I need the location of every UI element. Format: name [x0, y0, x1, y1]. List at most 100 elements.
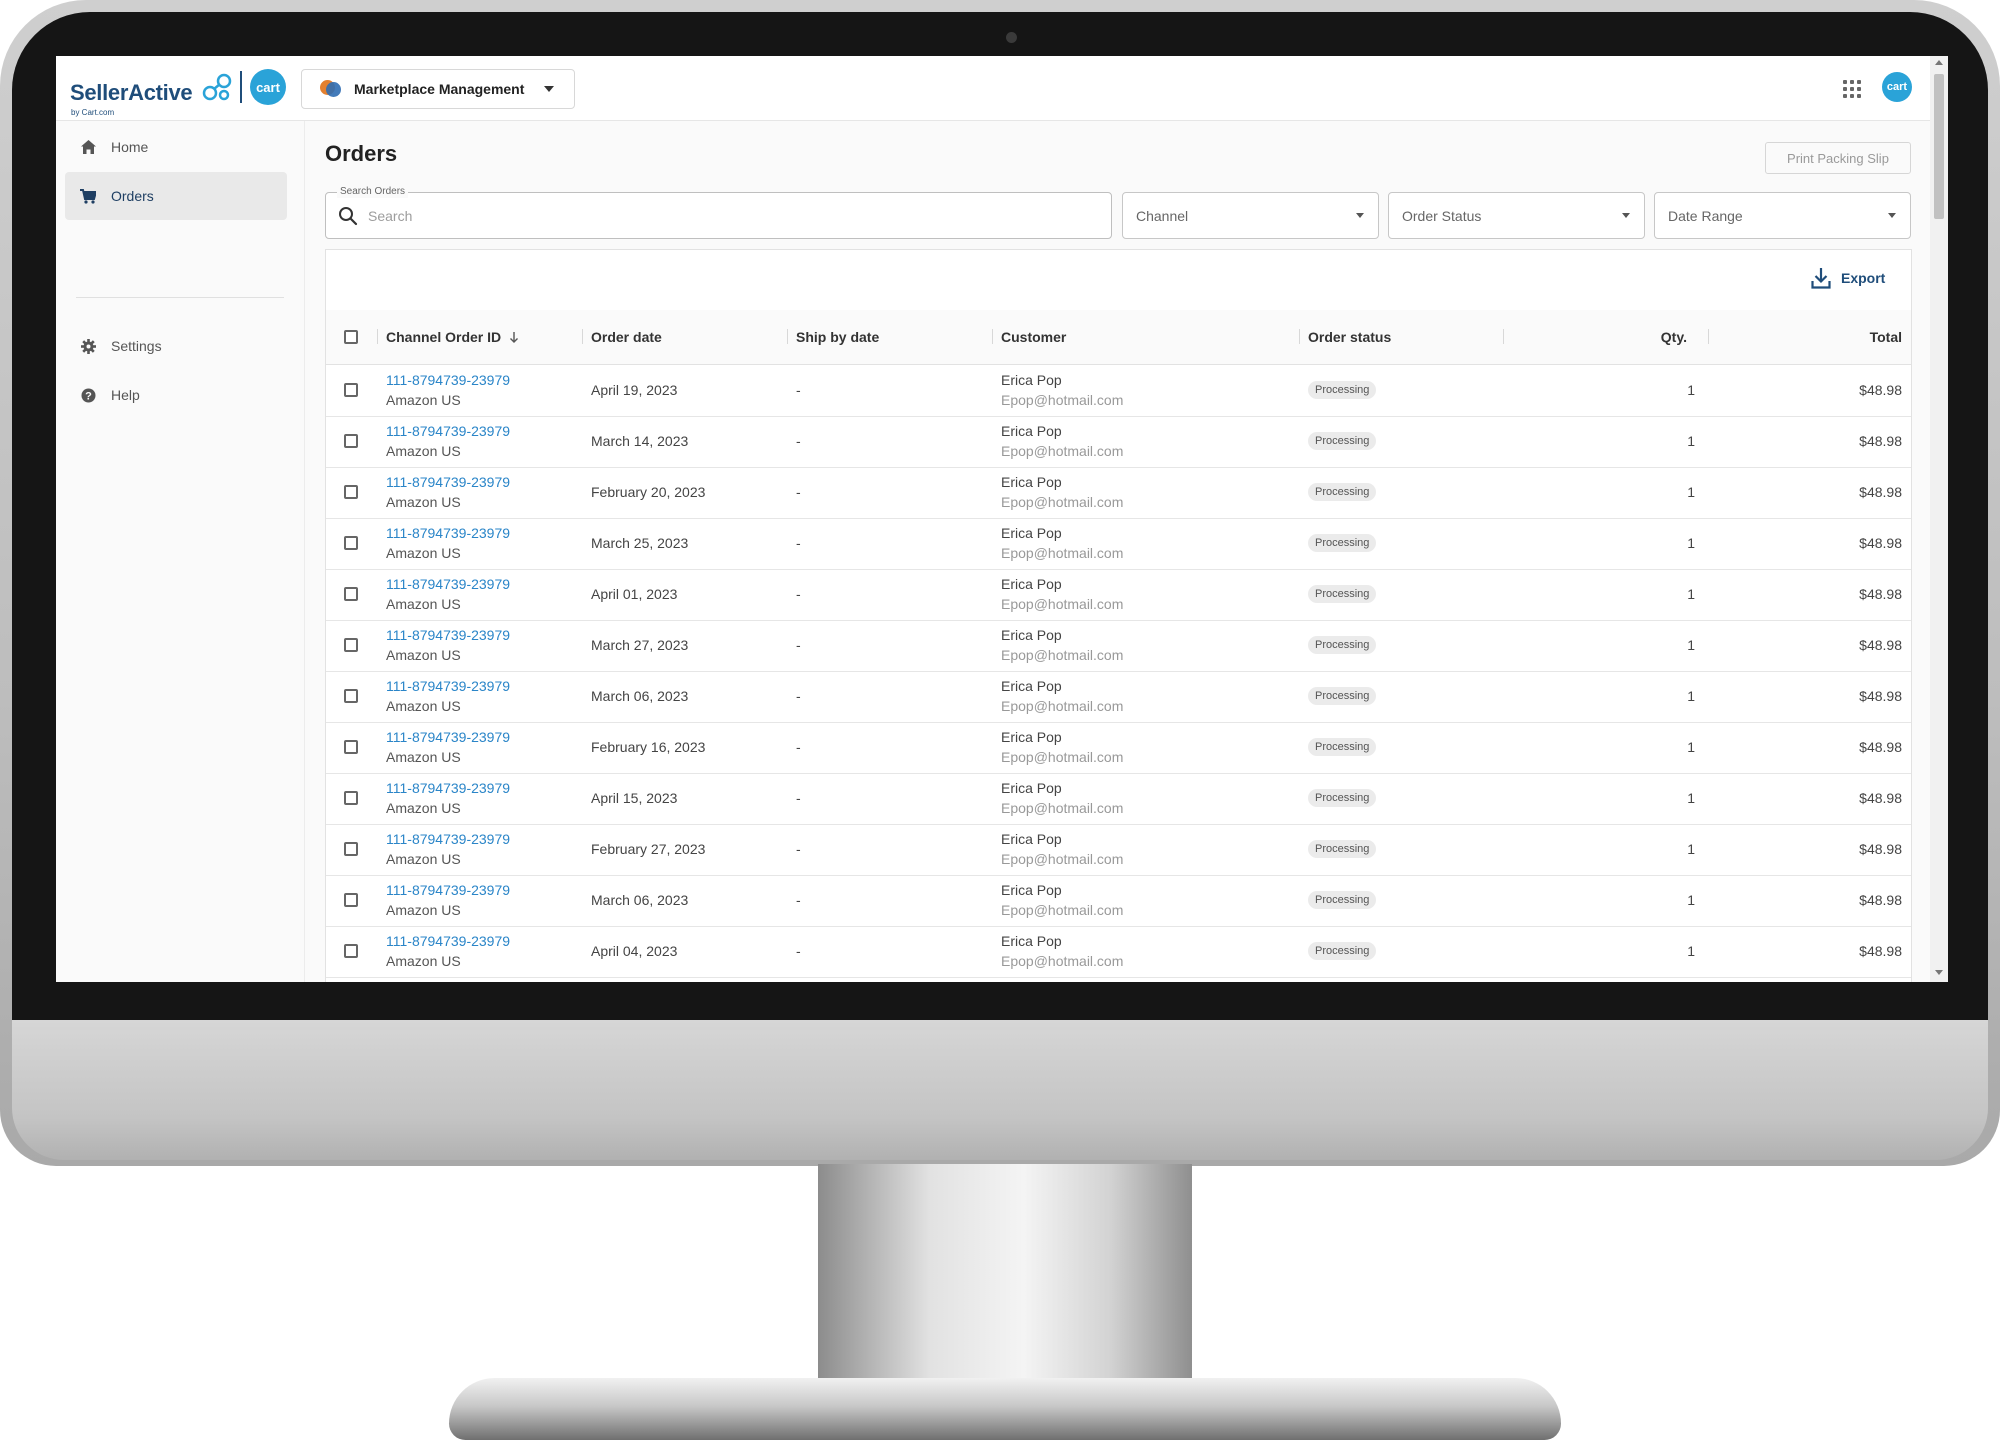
table-row[interactable]: 111-8794739-23979 Amazon US February 16, 2… [326, 722, 1911, 774]
row-checkbox[interactable] [344, 434, 358, 448]
date-range-filter-dropdown[interactable]: Date Range [1654, 192, 1911, 239]
brand-logo[interactable]: SellerActive by Cart.com cart [70, 68, 290, 118]
column-header-order-date[interactable]: Order date [591, 310, 662, 364]
row-checkbox[interactable] [344, 791, 358, 805]
customer-email: Epop@hotmail.com [1001, 902, 1124, 918]
row-checkbox[interactable] [344, 383, 358, 397]
column-header-order-id[interactable]: Channel Order ID [386, 310, 520, 364]
search-orders-field[interactable]: Search Orders [325, 186, 1112, 239]
order-total: $48.98 [1859, 433, 1902, 449]
table-row[interactable]: 111-8794739-23979 Amazon US March 14, 2023… [326, 416, 1911, 468]
row-checkbox[interactable] [344, 536, 358, 550]
table-row[interactable]: 111-8794739-23979 Amazon US February 20, 2… [326, 467, 1911, 519]
apps-grid-icon[interactable] [1843, 80, 1861, 98]
order-total: $48.98 [1859, 637, 1902, 653]
row-checkbox[interactable] [344, 485, 358, 499]
page-title: Orders [325, 141, 398, 166]
customer-name: Erica Pop [1001, 474, 1062, 490]
row-checkbox[interactable] [344, 740, 358, 754]
quantity: 1 [1687, 790, 1695, 806]
svg-text:?: ? [85, 390, 92, 402]
order-id-link[interactable]: 111-8794739-23979 [386, 831, 510, 847]
order-id-link[interactable]: 111-8794739-23979 [386, 423, 510, 439]
export-button[interactable]: Export [1811, 264, 1885, 292]
main-content: Orders Print Packing Slip Search Orders … [325, 121, 1912, 982]
row-checkbox[interactable] [344, 944, 358, 958]
order-total: $48.98 [1859, 739, 1902, 755]
sidebar-item-home[interactable]: Home [65, 123, 287, 171]
order-id-link[interactable]: 111-8794739-23979 [386, 678, 510, 694]
scroll-up-arrow-icon[interactable] [1935, 60, 1943, 65]
table-row[interactable]: 111-8794739-23979 Amazon US March 27, 2023… [326, 620, 1911, 672]
monitor-chin [12, 1020, 1988, 1160]
print-packing-slip-button[interactable]: Print Packing Slip [1765, 142, 1911, 174]
column-header-ship-by-date[interactable]: Ship by date [796, 310, 879, 364]
order-date: March 06, 2023 [591, 688, 689, 704]
download-icon [1811, 268, 1831, 289]
column-header-customer[interactable]: Customer [1001, 310, 1066, 364]
row-checkbox[interactable] [344, 842, 358, 856]
sidebar-item-orders[interactable]: Orders [65, 172, 287, 220]
table-row[interactable]: 111-8794739-23979 Amazon US April 15, 2023… [326, 773, 1911, 825]
quantity: 1 [1687, 688, 1695, 704]
table-row[interactable]: 111-8794739-23979 Amazon US March 25, 2023… [326, 518, 1911, 570]
table-row[interactable]: 111-8794739-23979 Amazon US April 19, 2023… [326, 365, 1911, 417]
select-all-checkbox[interactable] [344, 330, 358, 344]
customer-name: Erica Pop [1001, 831, 1062, 847]
ship-by-date: - [796, 433, 801, 449]
sidebar-item-settings[interactable]: Settings [65, 322, 287, 370]
status-badge: Processing [1308, 432, 1377, 450]
page-scrollbar[interactable] [1930, 56, 1948, 982]
order-date: April 04, 2023 [591, 943, 678, 959]
table-row[interactable]: 111-8794739-23979 Amazon US February 27, 2… [326, 824, 1911, 876]
order-status-filter-dropdown[interactable]: Order Status [1388, 192, 1645, 239]
sidebar-item-label: Help [111, 387, 140, 403]
column-divider [377, 329, 378, 344]
order-id-link[interactable]: 111-8794739-23979 [386, 780, 510, 796]
order-id-link[interactable]: 111-8794739-23979 [386, 576, 510, 592]
sidebar-item-help[interactable]: ? Help [65, 371, 287, 419]
table-row[interactable]: 111-8794739-23979 Amazon US March 06, 2023… [326, 875, 1911, 927]
row-checkbox[interactable] [344, 689, 358, 703]
column-divider [1299, 329, 1300, 344]
ship-by-date: - [796, 637, 801, 653]
customer-email: Epop@hotmail.com [1001, 647, 1124, 663]
row-checkbox[interactable] [344, 893, 358, 907]
order-total: $48.98 [1859, 382, 1902, 398]
order-id-link[interactable]: 111-8794739-23979 [386, 729, 510, 745]
table-row[interactable]: 111-8794739-23979 Amazon US April 04, 2023… [326, 926, 1911, 978]
table-row[interactable]: 111-8794739-23979 Amazon US March 06, 2023… [326, 671, 1911, 723]
column-header-total[interactable]: Total [1870, 310, 1902, 364]
quantity: 1 [1687, 433, 1695, 449]
order-date: April 15, 2023 [591, 790, 678, 806]
sales-channel: Amazon US [386, 596, 461, 612]
row-checkbox[interactable] [344, 638, 358, 652]
search-input[interactable] [366, 203, 1070, 229]
order-id-link[interactable]: 111-8794739-23979 [386, 474, 510, 490]
order-id-link[interactable]: 111-8794739-23979 [386, 627, 510, 643]
customer-email: Epop@hotmail.com [1001, 749, 1124, 765]
account-avatar[interactable]: cart [1882, 72, 1912, 102]
row-checkbox[interactable] [344, 587, 358, 601]
search-icon [339, 207, 358, 226]
app-switcher-dropdown[interactable]: Marketplace Management [301, 69, 575, 109]
sidebar-item-label: Home [111, 139, 149, 155]
sales-channel: Amazon US [386, 545, 461, 561]
order-id-link[interactable]: 111-8794739-23979 [386, 882, 510, 898]
chevron-down-icon [1622, 213, 1630, 218]
order-id-link[interactable]: 111-8794739-23979 [386, 525, 510, 541]
scroll-down-arrow-icon[interactable] [1935, 970, 1943, 975]
column-header-order-status[interactable]: Order status [1308, 310, 1391, 364]
status-badge: Processing [1308, 483, 1377, 501]
order-id-link[interactable]: 111-8794739-23979 [386, 372, 510, 388]
table-row[interactable]: 111-8794739-23979 Amazon US April 01, 2023… [326, 569, 1911, 621]
order-id-link[interactable]: 111-8794739-23979 [386, 933, 510, 949]
channel-filter-dropdown[interactable]: Channel [1122, 192, 1379, 239]
chevron-down-icon [544, 86, 555, 92]
order-date: March 25, 2023 [591, 535, 689, 551]
customer-name: Erica Pop [1001, 627, 1062, 643]
scroll-thumb[interactable] [1934, 74, 1944, 219]
sales-channel: Amazon US [386, 698, 461, 714]
customer-name: Erica Pop [1001, 933, 1062, 949]
column-header-qty[interactable]: Qty. [1661, 310, 1687, 364]
